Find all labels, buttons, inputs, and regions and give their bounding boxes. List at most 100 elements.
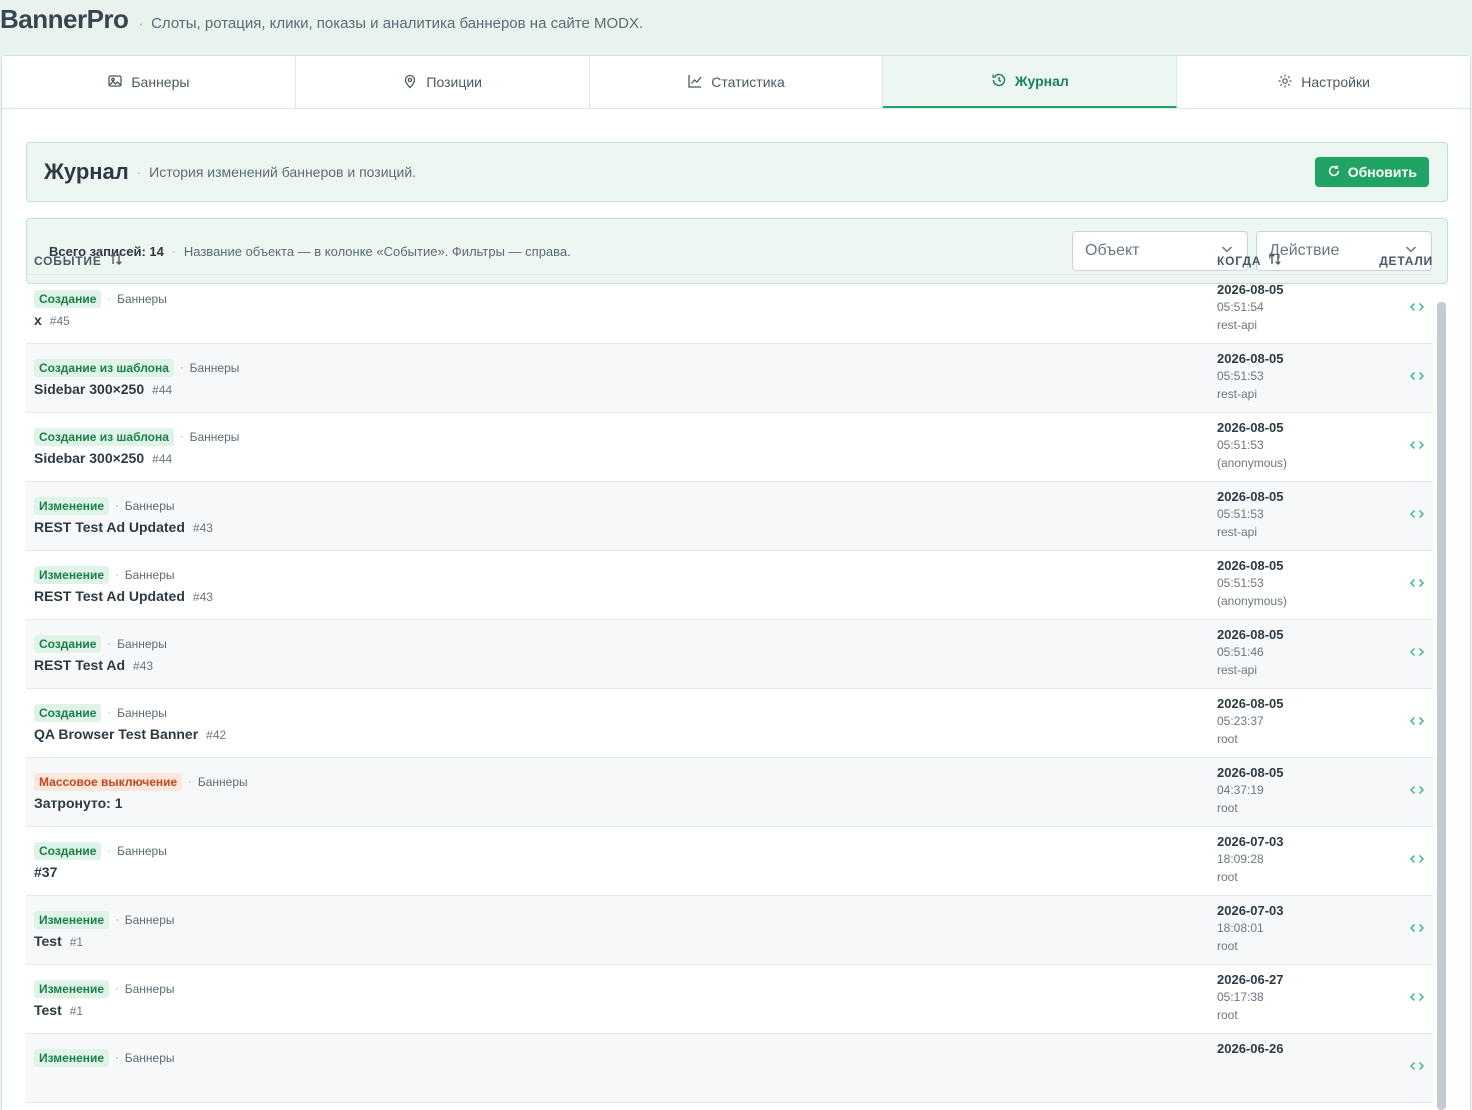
code-icon[interactable] xyxy=(1409,1058,1425,1079)
tab-settings[interactable]: Настройки xyxy=(1177,56,1470,108)
object-name: #37 xyxy=(34,864,58,880)
when-cell: 2026-07-03 18:08:01 root xyxy=(1217,896,1369,964)
event-date: 2026-06-26 xyxy=(1217,1041,1284,1056)
event-cell: Изменение · Баннеры REST Test Ad Updated #43 xyxy=(34,482,1217,550)
event-time: 18:09:28 xyxy=(1217,852,1264,866)
code-icon[interactable] xyxy=(1409,713,1425,734)
details-cell xyxy=(1369,620,1433,688)
page-title: Журнал xyxy=(44,159,129,184)
event-time: 04:37:19 xyxy=(1217,783,1264,797)
event-time: 18:08:01 xyxy=(1217,921,1264,935)
event-date: 2026-08-05 xyxy=(1217,282,1284,297)
event-user: root xyxy=(1217,801,1238,815)
tab-positions-label: Позиции xyxy=(426,74,482,90)
event-date: 2026-08-05 xyxy=(1217,627,1284,642)
table-row: Массовое выключение · Баннеры Затронуто: 1 2… xyxy=(26,758,1433,827)
object-name: Sidebar 300×250 xyxy=(34,450,145,466)
tab-statistics[interactable]: Статистика xyxy=(589,56,884,108)
table-row: Создание · Баннеры REST Test Ad #43 2026-08-0… xyxy=(26,620,1433,689)
action-badge: Изменение xyxy=(34,911,110,929)
history-icon xyxy=(991,72,1007,91)
column-header-event-label: СОБЫТИЕ xyxy=(34,253,102,268)
tab-positions[interactable]: Позиции xyxy=(295,56,590,108)
tab-banners[interactable]: Баннеры xyxy=(2,56,296,108)
event-separator: · xyxy=(179,362,184,374)
event-cell: Изменение · Баннеры xyxy=(34,1034,1217,1102)
action-badge: Изменение xyxy=(34,1049,110,1067)
code-icon[interactable] xyxy=(1409,506,1425,527)
object-type: Баннеры xyxy=(189,361,240,375)
table-row: Создание из шаблона · Баннеры Sidebar 300×2… xyxy=(26,344,1433,413)
event-date: 2026-08-05 xyxy=(1217,420,1284,435)
map-pin-icon xyxy=(402,73,418,92)
event-separator: · xyxy=(188,776,192,788)
object-name: QA Browser Test Banner xyxy=(34,726,199,742)
event-separator: · xyxy=(179,431,184,443)
details-cell xyxy=(1369,827,1433,895)
table-row: Создание · Баннеры QA Browser Test Banner #4… xyxy=(26,689,1433,758)
code-icon[interactable] xyxy=(1409,782,1425,803)
table-body: Создание · Баннеры x #45 2026-08-05 05:51:54 re… xyxy=(26,275,1448,1103)
journal-header-card: Журнал · История изменений баннеров и по… xyxy=(26,142,1448,202)
event-cell: Создание · Баннеры x #45 xyxy=(34,275,1217,343)
when-cell: 2026-08-05 05:51:53 (anonymous) xyxy=(1217,413,1369,481)
refresh-button-label: Обновить xyxy=(1347,164,1417,180)
object-id: #44 xyxy=(152,452,173,466)
main-panel: Баннеры Позиции Статистика Журнал Настро… xyxy=(1,55,1471,1110)
event-cell: Создание из шаблона · Баннеры Sidebar 300×2… xyxy=(34,413,1217,481)
event-cell: Изменение · Баннеры Test #1 xyxy=(34,965,1217,1033)
event-separator: · xyxy=(107,293,112,305)
action-badge: Создание xyxy=(34,290,102,308)
tab-banners-label: Баннеры xyxy=(131,74,190,90)
when-cell: 2026-08-05 05:51:54 rest-api xyxy=(1217,275,1369,343)
column-header-when-label: КОГДА xyxy=(1217,253,1262,268)
event-user: root xyxy=(1217,870,1238,884)
column-header-event[interactable]: СОБЫТИЕ xyxy=(34,251,1217,270)
code-icon[interactable] xyxy=(1409,368,1425,389)
event-date: 2026-08-05 xyxy=(1217,489,1284,504)
column-header-when[interactable]: КОГДА xyxy=(1217,251,1369,270)
object-type: Баннеры xyxy=(117,706,167,720)
action-badge: Массовое выключение xyxy=(34,773,183,791)
event-separator: · xyxy=(107,638,112,650)
action-badge: Создание xyxy=(34,704,102,722)
table-row: Создание · Баннеры #37 2026-07-03 18:09:28 roo… xyxy=(26,827,1433,896)
object-type: Баннеры xyxy=(124,913,175,927)
event-user: rest-api xyxy=(1217,663,1258,677)
event-separator: · xyxy=(115,983,119,995)
app-title: BannerPro xyxy=(0,4,129,34)
object-id: #42 xyxy=(206,728,227,742)
object-id: #44 xyxy=(152,383,173,397)
header-separator: · xyxy=(138,15,144,31)
object-name: x xyxy=(34,312,42,328)
object-name: REST Test Ad Updated xyxy=(34,588,185,604)
table-row: Создание из шаблона · Баннеры Sidebar 300×2… xyxy=(26,413,1433,482)
when-cell: 2026-08-05 04:37:19 root xyxy=(1217,758,1369,826)
object-name: Test xyxy=(34,933,62,949)
tab-statistics-label: Статистика xyxy=(711,74,785,90)
object-id: #45 xyxy=(49,314,70,328)
scrollbar-thumb[interactable] xyxy=(1437,302,1446,1110)
tab-journal[interactable]: Журнал xyxy=(883,56,1178,108)
refresh-button[interactable]: Обновить xyxy=(1314,157,1429,187)
when-cell: 2026-08-05 05:51:46 rest-api xyxy=(1217,620,1369,688)
code-icon[interactable] xyxy=(1409,644,1425,665)
table-scrollbar[interactable] xyxy=(1437,302,1446,1110)
details-cell xyxy=(1369,896,1433,964)
code-icon[interactable] xyxy=(1409,299,1425,320)
event-separator: · xyxy=(107,845,112,857)
refresh-icon xyxy=(1327,164,1341,181)
details-cell xyxy=(1369,689,1433,757)
code-icon[interactable] xyxy=(1409,437,1425,458)
column-header-details: ДЕТАЛИ xyxy=(1369,254,1433,268)
when-cell: 2026-08-05 05:23:37 root xyxy=(1217,689,1369,757)
event-date: 2026-08-05 xyxy=(1217,351,1284,366)
event-cell: Создание из шаблона · Баннеры Sidebar 300×2… xyxy=(34,344,1217,412)
event-user: (anonymous) xyxy=(1217,456,1288,470)
code-icon[interactable] xyxy=(1409,851,1425,872)
code-icon[interactable] xyxy=(1409,575,1425,596)
object-id: #1 xyxy=(69,1004,84,1018)
code-icon[interactable] xyxy=(1409,920,1425,941)
event-time: 05:23:37 xyxy=(1217,714,1264,728)
code-icon[interactable] xyxy=(1409,989,1425,1010)
